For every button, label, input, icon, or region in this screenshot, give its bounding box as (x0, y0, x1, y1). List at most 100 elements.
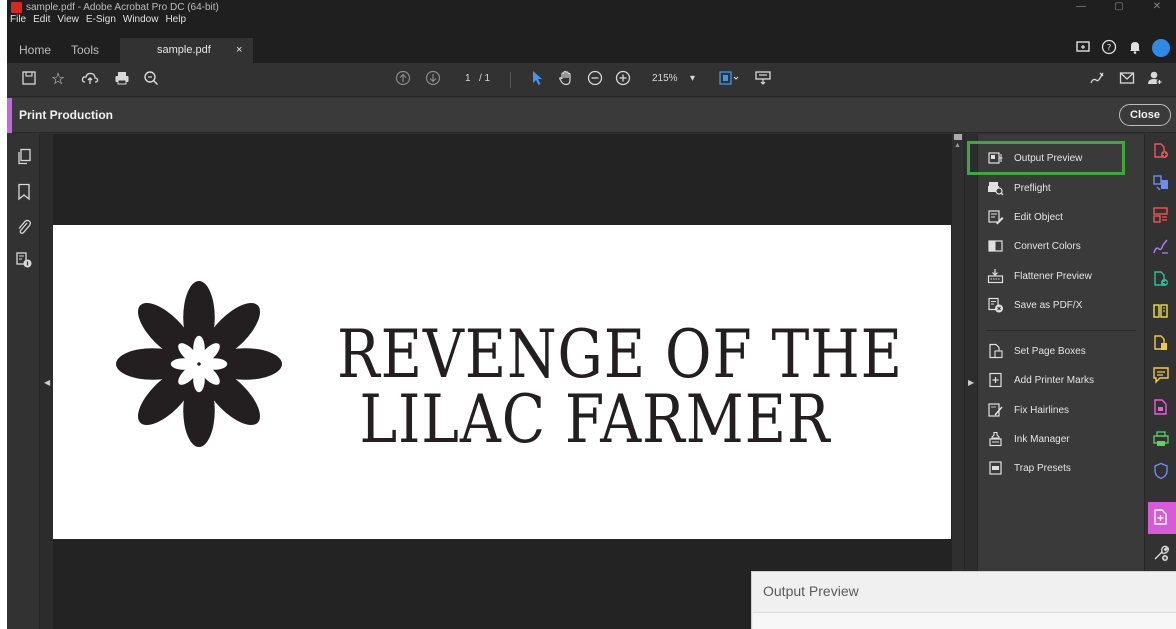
tool-set-page-boxes[interactable]: Set Page Boxes (978, 339, 1145, 365)
maximize-button[interactable]: ▢ (1100, 0, 1138, 14)
output-preview-dialog-body (753, 612, 1176, 629)
left-navigation-pane (7, 134, 40, 629)
notification-bell-icon[interactable] (1126, 39, 1144, 57)
zoom-search-icon[interactable] (141, 70, 161, 90)
print-production-accent (7, 98, 12, 133)
left-pane-toggle[interactable]: ◀ (40, 134, 53, 629)
collapse-right-arrow-icon[interactable]: ▶ (968, 378, 974, 387)
organize-pages-icon[interactable] (1151, 206, 1171, 226)
close-tab-icon[interactable]: × (236, 38, 242, 63)
menu-esign[interactable]: E-Sign (86, 14, 116, 26)
headline-line-2: LILAC FARMER (359, 381, 831, 458)
send-for-review-icon[interactable] (1151, 398, 1171, 418)
comment-icon[interactable] (1151, 366, 1171, 386)
window-controls: — ▢ ✕ (1062, 0, 1176, 14)
scrollbar-thumb[interactable] (954, 134, 962, 140)
page-number-input[interactable]: 1 (465, 73, 471, 84)
menu-edit[interactable]: Edit (33, 14, 50, 26)
tool-edit-object[interactable]: Edit Object (978, 205, 1145, 231)
edit-object-icon (987, 209, 1005, 227)
order-tags-icon[interactable] (14, 251, 34, 271)
export-pdf-icon[interactable] (1151, 270, 1171, 290)
page-thumbnails-icon[interactable] (14, 148, 34, 168)
zoom-in-icon[interactable] (613, 70, 633, 90)
acrobat-app-icon (11, 1, 22, 13)
hand-tool-icon[interactable] (556, 70, 576, 90)
zoom-out-icon[interactable] (585, 70, 605, 90)
menu-help[interactable]: Help (165, 14, 186, 26)
select-cursor-icon[interactable] (527, 70, 547, 90)
right-tools-rail (1144, 134, 1176, 629)
page-display-icon[interactable] (718, 70, 739, 90)
save-icon[interactable] (19, 70, 39, 90)
enhance-scans-icon[interactable] (1151, 334, 1171, 354)
bookmark-star-icon[interactable]: ☆ (48, 70, 68, 90)
share-screen-icon[interactable] (1074, 39, 1092, 57)
attachments-icon[interactable] (14, 218, 34, 238)
create-pdf-icon[interactable] (1151, 142, 1171, 162)
document-viewport[interactable]: ◀ REVENGE OF THE LILAC FARMER (40, 134, 952, 629)
scroll-up-arrow-icon[interactable]: ▲ (954, 142, 961, 149)
previous-page-icon[interactable] (393, 70, 413, 90)
menu-bar: File Edit View E-Sign Window Help (7, 14, 1176, 36)
bookmarks-icon[interactable] (14, 183, 34, 203)
tool-label: Preflight (1014, 183, 1051, 194)
user-avatar-icon[interactable] (1152, 39, 1170, 57)
tool-add-printer-marks[interactable]: Add Printer Marks (978, 368, 1145, 394)
print-production-rail-icon[interactable] (1151, 430, 1171, 450)
flattener-preview-icon (987, 268, 1005, 286)
left-gutter (0, 0, 7, 629)
combine-files-icon[interactable] (1151, 174, 1171, 194)
title-bar: sample.pdf - Adobe Acrobat Pro DC (64-bi… (7, 0, 1176, 14)
tab-bar: Home Tools sample.pdf × ? (7, 36, 1176, 63)
menu-view[interactable]: View (57, 14, 79, 26)
tab-tools[interactable]: Tools (71, 40, 99, 60)
expand-left-arrow-icon[interactable]: ◀ (44, 378, 50, 387)
protect-shield-icon[interactable] (1151, 462, 1171, 482)
document-headline: REVENGE OF THE LILAC FARMER (337, 322, 902, 458)
toolbar-divider (510, 72, 511, 88)
next-page-icon[interactable] (423, 70, 443, 90)
tool-output-preview[interactable]: Output Preview (967, 141, 1145, 175)
tool-flattener-preview[interactable]: Flattener Preview (978, 264, 1145, 290)
tool-label: Edit Object (1014, 212, 1063, 223)
add-user-icon[interactable] (1145, 70, 1165, 90)
close-window-button[interactable]: ✕ (1138, 0, 1176, 14)
minimize-button[interactable]: — (1062, 0, 1100, 14)
edit-pdf-icon[interactable] (1151, 302, 1171, 322)
tab-document[interactable]: sample.pdf × (120, 38, 253, 63)
print-icon[interactable] (112, 70, 132, 90)
menu-file[interactable]: File (10, 14, 26, 26)
sign-pen-icon[interactable] (1087, 70, 1107, 90)
active-print-production-icon[interactable] (1151, 508, 1171, 528)
zoom-level-dropdown[interactable]: 215% (652, 73, 678, 84)
tool-trap-presets[interactable]: Trap Presets (978, 456, 1145, 482)
tool-label: Ink Manager (1014, 434, 1070, 445)
flower-logo (116, 281, 282, 447)
page-total: / 1 (479, 73, 491, 84)
fill-and-sign-icon[interactable] (1151, 238, 1171, 258)
add-printer-marks-icon (987, 372, 1005, 390)
window-title: sample.pdf - Adobe Acrobat Pro DC (64-bi… (26, 1, 219, 13)
vertical-scrollbar[interactable]: ▲ (952, 134, 964, 629)
convert-colors-icon (987, 238, 1005, 256)
tab-home[interactable]: Home (19, 40, 51, 60)
more-tools-icon[interactable] (1151, 544, 1171, 564)
tool-ink-manager[interactable]: Ink Manager (978, 427, 1145, 453)
tool-label: Flattener Preview (1014, 271, 1092, 282)
zoom-caret-icon[interactable]: ▾ (690, 73, 695, 84)
close-tool-button[interactable]: Close (1119, 104, 1171, 126)
right-pane-toggle[interactable]: ▶ (964, 134, 977, 629)
menu-window[interactable]: Window (123, 14, 159, 26)
tool-convert-colors[interactable]: Convert Colors (978, 234, 1145, 260)
print-production-header: Print Production Close (7, 98, 1176, 133)
tool-fix-hairlines[interactable]: Fix Hairlines (978, 398, 1145, 424)
tool-preflight[interactable]: Preflight (978, 176, 1145, 202)
output-preview-dialog[interactable]: Output Preview (751, 571, 1176, 629)
cloud-upload-icon[interactable] (80, 70, 100, 90)
tool-save-as-pdfx[interactable]: Save as PDF/X (978, 293, 1145, 319)
keyboard-tool-icon[interactable] (753, 70, 773, 90)
mail-icon[interactable] (1117, 70, 1137, 90)
help-icon[interactable]: ? (1100, 39, 1118, 57)
svg-text:?: ? (1107, 44, 1112, 54)
